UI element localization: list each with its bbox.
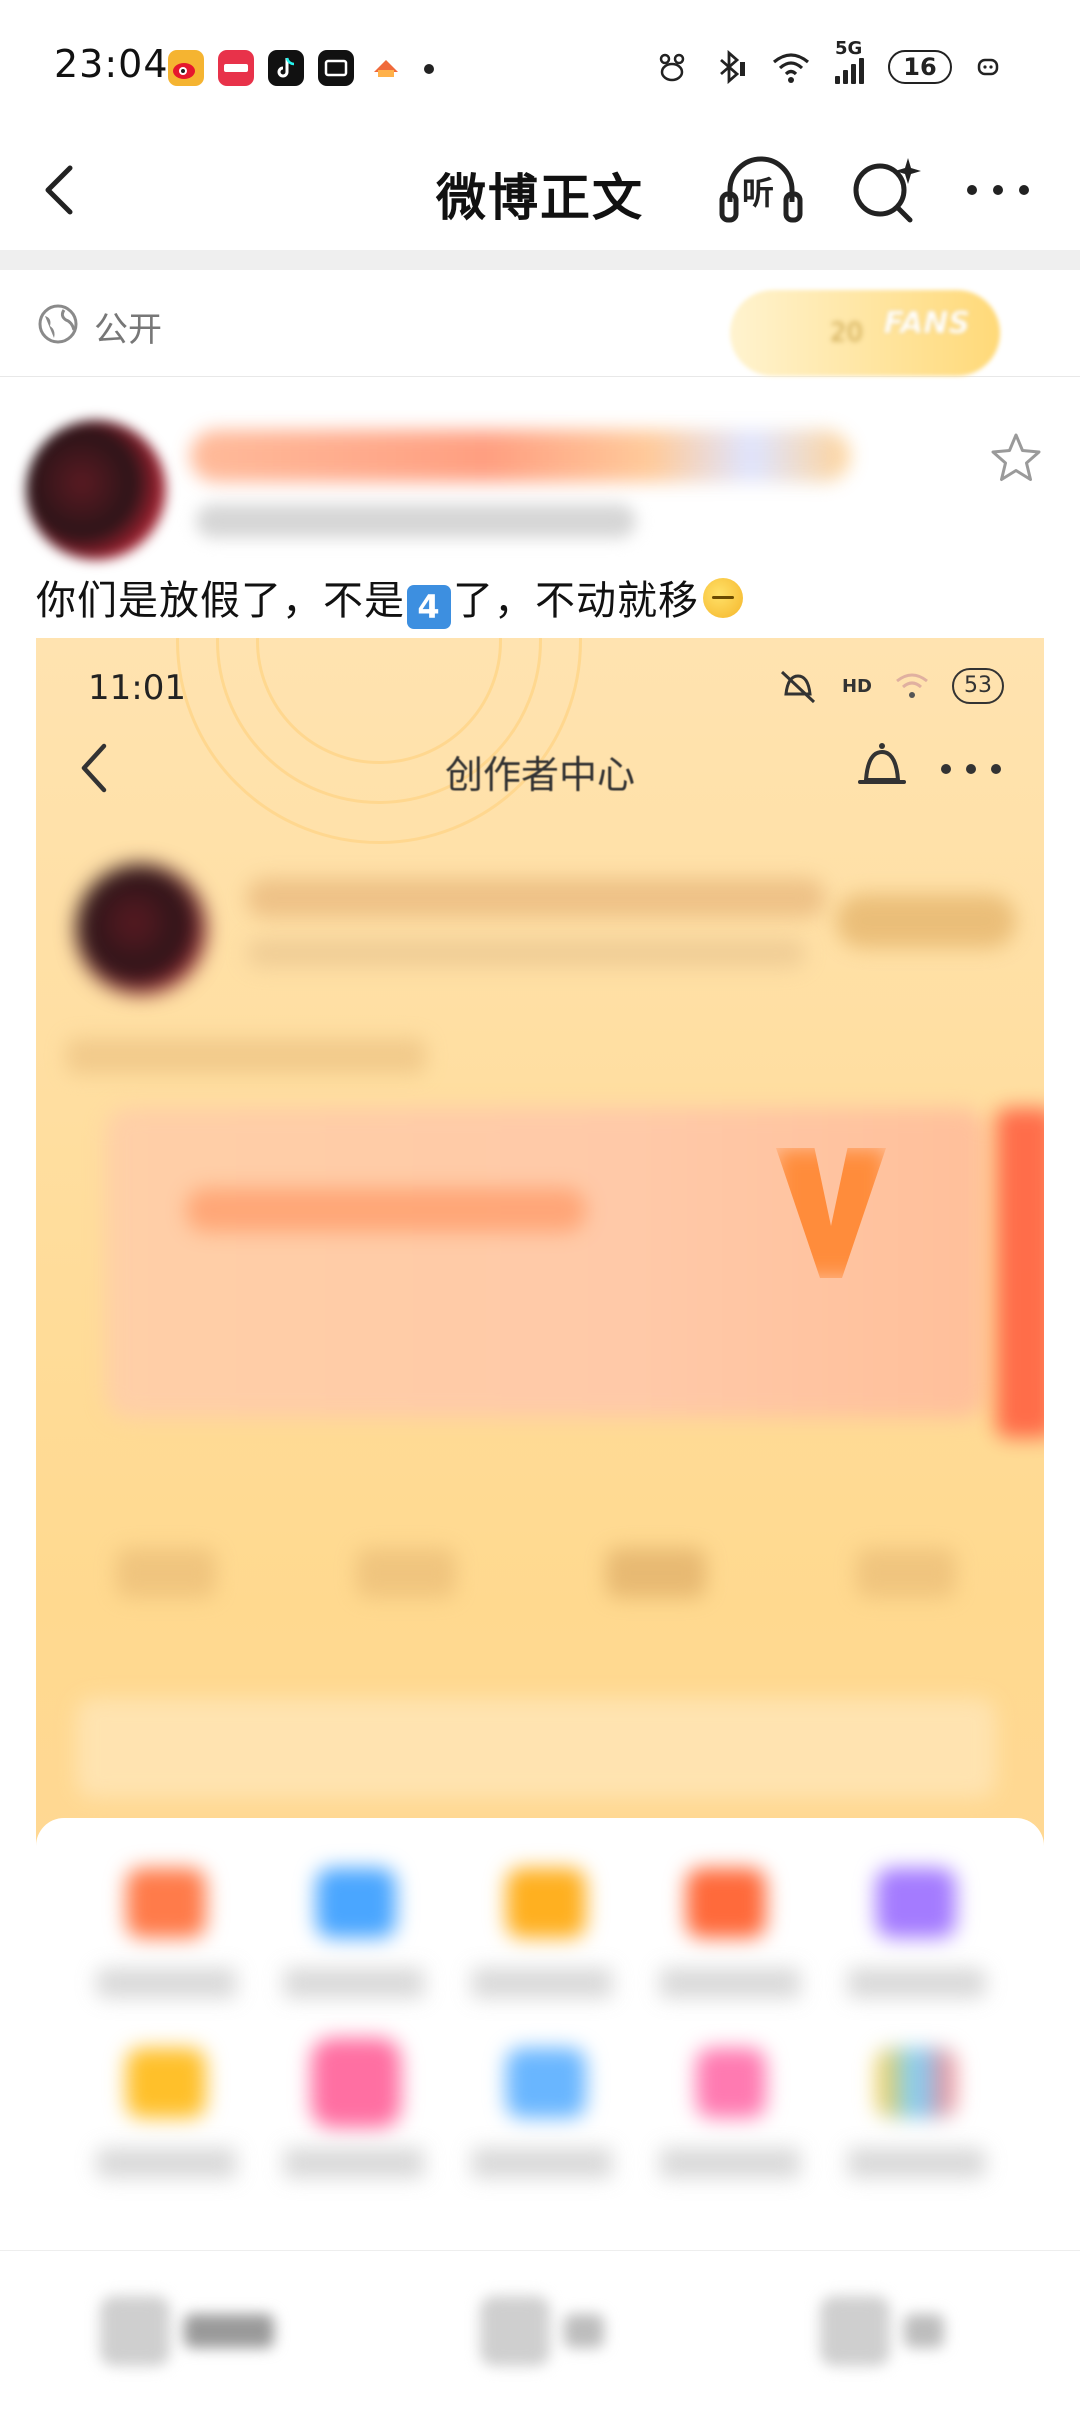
post-text-part-2: 了，不动就移	[453, 578, 699, 624]
image-tool-icon	[696, 2048, 766, 2118]
wifi-icon	[771, 50, 811, 84]
image-subtitle-blurred	[246, 938, 806, 968]
image-red-tab-blurred	[996, 1108, 1044, 1438]
image-tool-icon	[316, 1868, 396, 1938]
post-meta-blurred	[196, 504, 636, 538]
image-tool-icon	[506, 1868, 586, 1938]
image-tool-icon	[126, 1868, 206, 1938]
search-button[interactable]	[846, 150, 926, 230]
toolbar-label-blurred	[904, 2314, 944, 2348]
status-time: 23:04	[54, 42, 169, 86]
search-sparkle-icon	[853, 158, 921, 223]
bottom-toolbar	[0, 2250, 1080, 2413]
image-tool-icon	[876, 1868, 956, 1938]
battery-level: 16	[903, 53, 937, 81]
repost-icon	[100, 2296, 170, 2366]
post-image[interactable]: 11:01 HD 53 创作者中心	[36, 638, 1044, 2248]
listen-label: 听	[742, 174, 775, 212]
image-tool-icon	[876, 2048, 956, 2118]
bluetooth-icon	[713, 50, 747, 84]
more-horizontal-icon	[967, 185, 1029, 195]
face-icon	[976, 50, 1000, 84]
fans-badge[interactable]: 20 FANS	[730, 290, 1000, 376]
visibility-row: 公开 20 FANS	[0, 270, 1080, 377]
toolbar-label-blurred	[564, 2314, 604, 2348]
image-tool-labels	[96, 2148, 986, 2178]
listen-button[interactable]: 听	[716, 150, 806, 230]
section-divider	[0, 250, 1080, 270]
network-type-label: 5G	[835, 38, 863, 59]
post-text: 你们是放假了，不是 4 了，不动就移	[36, 568, 743, 629]
image-avatar-blurred	[76, 864, 206, 994]
image-badge-blurred	[836, 894, 1016, 948]
wifi-icon	[896, 673, 928, 698]
toolbar-comment-button[interactable]	[480, 2291, 604, 2371]
image-income-title-blurred	[186, 1188, 586, 1232]
image-hd-label: HD	[841, 675, 872, 697]
dewu-app-icon	[318, 50, 354, 86]
paw-icon	[655, 50, 689, 84]
image-battery: 53	[952, 668, 1004, 704]
post-text-part-1: 你们是放假了，不是	[36, 578, 405, 624]
image-section-header-blurred	[66, 1038, 426, 1074]
fans-badge-label: FANS	[883, 306, 970, 341]
visibility-label: 公开	[94, 310, 162, 350]
more-button[interactable]	[958, 150, 1038, 230]
weibo-app-icon	[168, 50, 204, 86]
fans-badge-level: 20	[830, 318, 864, 348]
like-icon	[820, 2296, 890, 2366]
notification-dot	[424, 64, 434, 74]
games-app-icon	[368, 50, 404, 86]
toolbar-like-button[interactable]	[820, 2291, 944, 2371]
image-status-right: HD 53	[776, 666, 1004, 706]
image-tool-labels	[96, 1968, 986, 1998]
status-bar: 23:04 5G 16	[0, 0, 1080, 130]
douyin-app-icon	[268, 50, 304, 86]
star-icon	[991, 433, 1041, 481]
image-stat-blurred	[116, 1548, 216, 1598]
image-tools-panel	[36, 1818, 1044, 2248]
image-status-time: 11:01	[88, 668, 186, 708]
image-notice-blurred	[76, 1698, 996, 1798]
globe-icon	[36, 302, 80, 346]
toolbar-label-blurred	[184, 2314, 274, 2348]
image-stat-blurred	[606, 1548, 706, 1598]
decor-arc	[176, 638, 582, 844]
image-stat-blurred	[356, 1548, 456, 1598]
image-tool-icon	[686, 1868, 766, 1938]
cellular-signal-icon: 5G	[835, 38, 864, 84]
comment-icon	[480, 2296, 550, 2366]
favorite-button[interactable]	[988, 430, 1044, 486]
more-horizontal-icon	[936, 744, 1006, 794]
image-name-blurred	[246, 878, 826, 918]
nav-bar: 微博正文 听	[0, 130, 1080, 250]
image-stat-blurred	[856, 1548, 956, 1598]
keycap-digit-emoji: 4	[407, 585, 451, 629]
toolbar-repost-button[interactable]	[100, 2291, 274, 2371]
battery-indicator: 16	[888, 50, 952, 84]
status-right-cluster: 5G 16	[655, 38, 1000, 88]
author-name-blurred[interactable]	[190, 430, 850, 482]
xiaohongshu-app-icon	[218, 50, 254, 86]
thinking-face-emoji	[703, 578, 743, 618]
image-tool-icon	[126, 2048, 206, 2118]
image-tool-icon	[311, 2038, 401, 2128]
bell-icon	[854, 738, 910, 798]
image-tool-icon	[506, 2048, 586, 2118]
author-avatar[interactable]	[26, 420, 166, 560]
mute-bell-icon	[780, 670, 816, 704]
